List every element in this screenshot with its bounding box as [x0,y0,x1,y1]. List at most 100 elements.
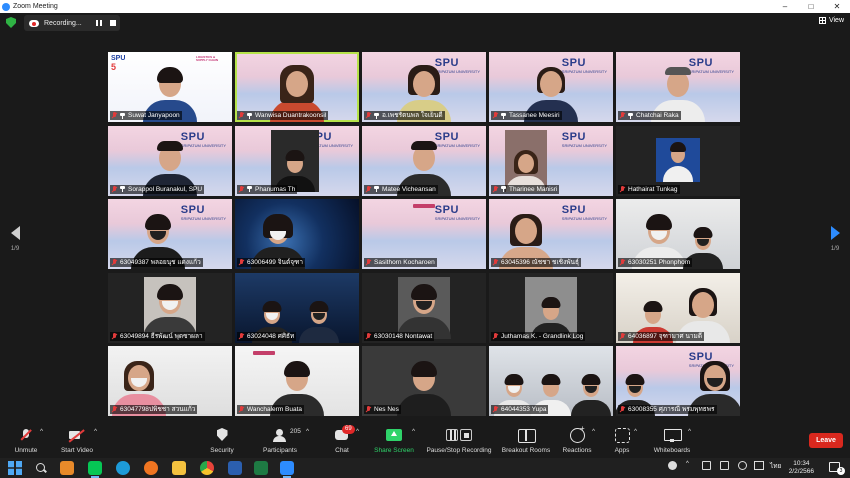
leave-button[interactable]: Leave [809,433,843,448]
audio-options-chevron-icon[interactable]: ^ [40,428,43,435]
video-tile[interactable]: SPUSRIPATUM UNIVERSITY 63008355 ศุภารณี … [616,346,740,416]
tray-network-icon[interactable] [720,461,729,470]
share-screen-button[interactable]: Share Screen [372,428,416,454]
participant-name: 64044353 Yupa [501,406,547,413]
participant-namebar: Tassanee Meesiri [491,111,562,120]
mic-muted-icon [492,406,498,413]
security-shield-icon[interactable] [6,17,16,28]
word-icon[interactable] [228,461,242,475]
participant-namebar: 64044353 Yupa [491,405,549,414]
participant-name: Sasithorn Kocharoen [374,259,435,266]
video-tile-active-speaker[interactable]: Wanwisa Duantrakoonsil [235,52,359,122]
video-tile[interactable]: Hathairat Tunkag [616,125,740,196]
stop-recording-icon[interactable] [110,20,116,26]
security-button[interactable]: Security [206,428,238,454]
pin-icon [247,112,252,119]
input-language[interactable]: ไทย [770,461,781,471]
webinar-logo-icon [253,351,275,355]
breakout-rooms-button[interactable]: Breakout Rooms [500,428,552,454]
participant-namebar: 63049894 ธีรพัฒน์ พุดซาผลา [110,331,205,341]
apps-options-chevron-icon[interactable]: ^ [634,428,637,435]
video-tile[interactable]: 64036897 จุฑามาศ นามดี [616,272,740,343]
mic-muted-icon [365,112,371,119]
reactions-button[interactable]: Reactions [560,424,594,454]
apps-button[interactable]: Apps [612,428,632,454]
excel-icon[interactable] [254,461,268,475]
unmute-button[interactable]: Unmute [10,428,42,454]
pause-stop-recording-icon [446,428,472,442]
video-tile[interactable]: 63006499 จินต์จุฑา [235,199,359,269]
video-tile[interactable]: 63030148 Nontawat [362,272,486,343]
video-tile[interactable]: SPU SRIPATUM UNIVERSITY Sasithorn Kocharo… [362,199,486,269]
video-tile[interactable]: Nes Nes [362,346,486,416]
mic-muted-icon [111,406,117,413]
tray-volume-icon[interactable] [738,461,747,470]
participants-icon [271,428,289,442]
video-tile[interactable]: Wanchalerm Buata [235,346,359,416]
windows-start-icon[interactable] [8,461,22,475]
chat-options-chevron-icon[interactable]: ^ [356,428,359,435]
video-tile[interactable]: SPU SRIPATUM UNIVERSITY 63049387 พลอยนุช … [108,199,232,269]
pause-recording-icon[interactable] [96,20,102,26]
video-tile[interactable]: SPU 5 LOGISTICS & SUPPLY CHAIN Suwat Janya… [108,52,232,122]
share-options-chevron-icon[interactable]: ^ [412,428,415,435]
reactions-options-chevron-icon[interactable]: ^ [592,428,595,435]
view-button[interactable]: View [818,17,844,24]
participant-name: Phanumas Th [255,185,296,193]
page-indicator-right: 1/9 [830,246,840,252]
participants-options-chevron-icon[interactable]: ^ [306,428,309,435]
close-icon[interactable]: ✕ [824,0,850,13]
page-indicator-left: 1/9 [10,246,20,252]
video-tile[interactable]: SPU SRIPATUM UNIVERSITY 63045396 ณัชชา ชเ… [489,199,613,269]
pin-icon [120,112,125,119]
next-page-button[interactable]: 1/9 [827,226,843,252]
pause-stop-recording-button[interactable]: Pause/Stop Recording [424,428,494,454]
video-tile[interactable]: 63024048 ศศิธัท [235,272,359,343]
video-tile[interactable]: SPU SRIPATUM UNIVERSITY Phanumas Th [235,125,359,196]
whiteboards-button[interactable]: Whiteboards [652,428,692,454]
previous-page-button[interactable]: 1/9 [7,226,23,252]
tray-app-icon[interactable] [668,461,677,470]
chrome-icon[interactable] [200,461,214,475]
taskbar-clock[interactable]: 10:34 2/2/2566 [789,460,814,476]
video-tile[interactable]: Juthamas K. - Grandlink Log [489,272,613,343]
recording-label: Pause/Stop Recording [426,447,492,454]
video-tile[interactable]: SPU SRIPATUM UNIVERSITY อ.เพชรัตนพล ใจเย็… [362,52,486,122]
video-tile[interactable]: SPU SRIPATUM UNIVERSITY Sorappol Buranaku… [108,125,232,196]
microphone-muted-icon [22,428,30,442]
clock-date: 2/2/2566 [788,468,814,475]
participant-name: Tharinee Manisri [509,185,558,193]
video-tile[interactable]: 63049894 ธีรพัฒน์ พุดซาผลา [108,272,232,343]
media-player-icon[interactable] [60,461,74,475]
file-explorer-icon[interactable] [172,461,186,475]
tray-overflow-chevron-icon[interactable]: ^ [686,461,689,467]
mic-muted-icon [619,112,625,119]
whiteboards-options-chevron-icon[interactable]: ^ [688,428,691,435]
video-tile[interactable]: SPU SRIPATUM UNIVERSITY Tassanee Meesiri [489,52,613,122]
search-icon[interactable] [34,461,48,475]
start-video-button[interactable]: Start Video [58,428,96,454]
webinar-logo-icon [413,204,435,208]
video-tile[interactable]: SPU SRIPATUM UNIVERSITY Chatchai Raka [616,52,740,122]
pin-icon [501,186,506,192]
zoom-icon[interactable] [280,461,294,478]
participants-count: 205 [290,428,301,435]
video-options-chevron-icon[interactable]: ^ [94,428,97,435]
maximize-icon[interactable]: □ [798,0,824,13]
minimize-icon[interactable]: – [772,0,798,13]
video-tile[interactable]: 63030251 Phonphom [616,199,740,269]
mic-muted-icon [238,259,244,266]
edge-icon[interactable] [116,461,130,475]
video-tile[interactable]: SPU SRIPATUM UNIVERSITY Tharinee Manisri [489,125,613,196]
line-icon[interactable] [88,461,102,478]
spu-logo-icon: SPUSRIPATUM UNIVERSITY [561,130,607,148]
video-tile[interactable]: SPU SRIPATUM UNIVERSITY Matee Vicheansan [362,125,486,196]
spu-logo-icon: SPUSRIPATUM UNIVERSITY [180,204,226,221]
participant-name: Hathairat Tunkag [628,185,678,193]
video-tile[interactable]: 63047798ปพิชชา สวนแก้ว [108,346,232,416]
video-tile[interactable]: 64044353 Yupa [489,346,613,416]
zoom-logo-icon [2,2,10,11]
tray-battery-icon[interactable] [754,461,764,470]
firefox-icon[interactable] [144,461,158,475]
tray-cloud-icon[interactable] [702,461,711,470]
